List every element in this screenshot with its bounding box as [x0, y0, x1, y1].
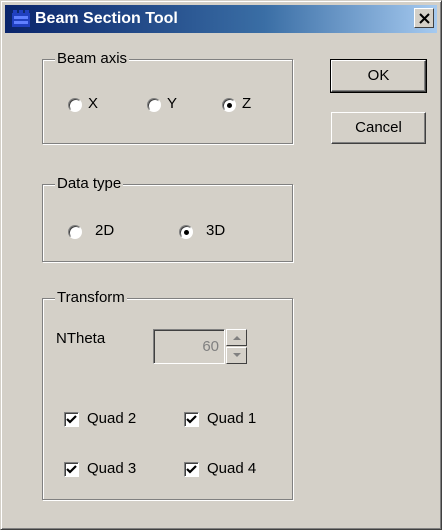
checkmark-icon — [186, 415, 197, 424]
close-icon — [419, 13, 430, 24]
checkbox-quad-2-box[interactable] — [64, 412, 79, 427]
checkbox-quad-1-label: Quad 1 — [207, 410, 257, 427]
radio-type-2d-indicator[interactable] — [68, 225, 82, 239]
beam-axis-legend: Beam axis — [55, 50, 130, 67]
checkbox-quad-3-label: Quad 3 — [87, 460, 137, 477]
checkbox-quad-4-box[interactable] — [184, 462, 199, 477]
spin-down-arrow-icon — [233, 353, 241, 357]
ntheta-label: NTheta — [56, 330, 106, 347]
checkbox-quad-1-box[interactable] — [184, 412, 199, 427]
radio-type-3d-label: 3D — [206, 222, 226, 239]
beam-tool-icon — [12, 10, 30, 27]
radio-type-2d-label: 2D — [95, 222, 115, 239]
ntheta-input[interactable]: 60 — [153, 329, 225, 364]
radio-axis-z-indicator[interactable] — [222, 98, 236, 112]
spin-up-arrow-icon — [233, 336, 241, 340]
checkmark-icon — [66, 465, 77, 474]
dialog-window: Beam Section Tool Beam axis X Y Z Data t… — [0, 0, 442, 530]
ntheta-spin-up-button[interactable] — [226, 329, 247, 346]
checkbox-quad-3-box[interactable] — [64, 462, 79, 477]
checkmark-icon — [186, 465, 197, 474]
title-bar[interactable]: Beam Section Tool — [5, 5, 437, 33]
radio-axis-x-indicator[interactable] — [68, 98, 82, 112]
radio-axis-y-label: Y — [167, 95, 178, 112]
radio-axis-x-label: X — [88, 95, 99, 112]
data-type-legend: Data type — [55, 175, 124, 192]
cancel-button[interactable]: Cancel — [331, 112, 426, 144]
transform-legend: Transform — [55, 289, 127, 306]
data-type-group: Data type — [42, 175, 293, 262]
checkbox-quad-4-label: Quad 4 — [207, 460, 257, 477]
checkbox-quad-2-label: Quad 2 — [87, 410, 137, 427]
radio-type-3d-indicator[interactable] — [179, 225, 193, 239]
window-title: Beam Section Tool — [35, 10, 178, 27]
checkmark-icon — [66, 415, 77, 424]
ok-button[interactable]: OK — [330, 59, 427, 93]
radio-axis-y-indicator[interactable] — [147, 98, 161, 112]
radio-axis-z-label: Z — [242, 95, 252, 112]
ntheta-spin-down-button[interactable] — [226, 347, 247, 364]
close-button[interactable] — [414, 8, 434, 28]
